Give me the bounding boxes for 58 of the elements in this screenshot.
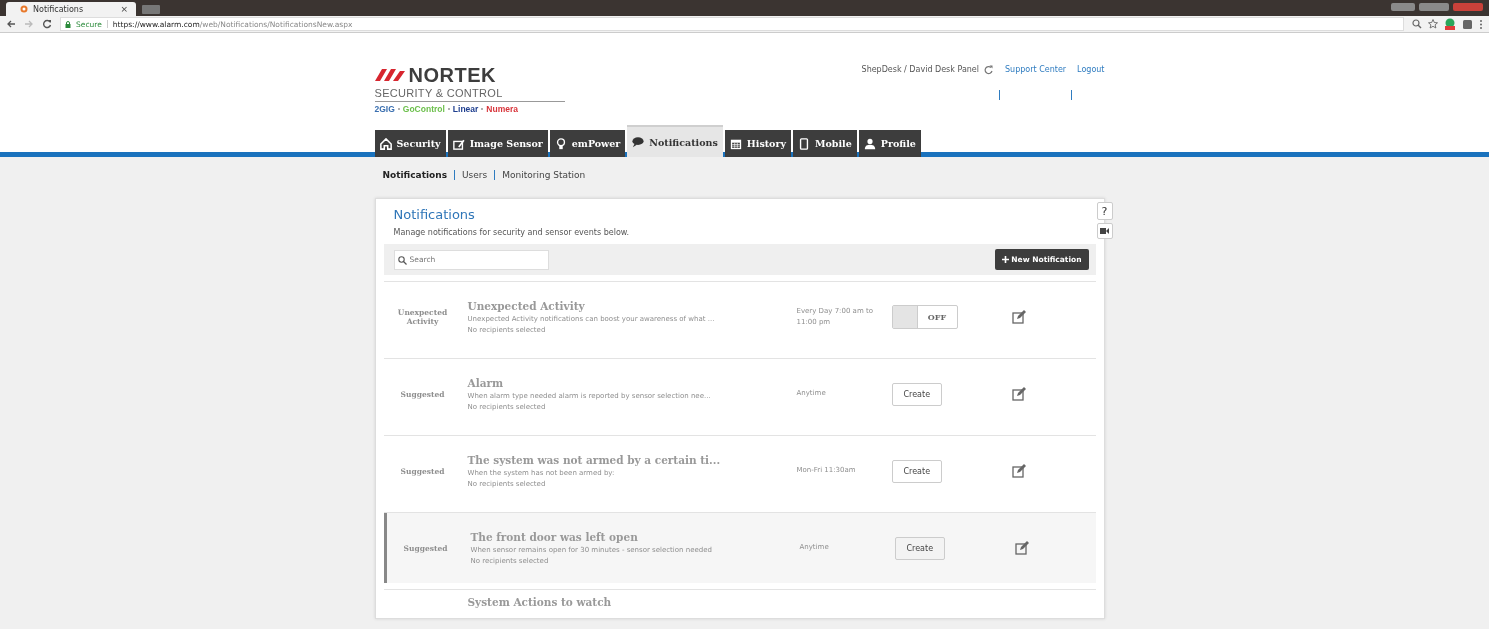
brand-name: Numera (486, 104, 518, 114)
notification-title: Unexpected Activity (467, 300, 586, 312)
lock-icon (65, 20, 71, 28)
notification-title: Alarm (467, 377, 505, 389)
subnav-link[interactable]: Notifications (382, 170, 448, 180)
brand-name: GoControl (402, 104, 445, 114)
create-button[interactable]: Create (891, 459, 943, 483)
nav-tab[interactable]: emPower (549, 130, 626, 157)
subnav-link[interactable]: Monitoring Station (502, 170, 586, 180)
menu-icon (1479, 18, 1483, 30)
picture-edit-icon (452, 137, 465, 150)
bulb-icon (554, 137, 567, 150)
reload-icon (42, 19, 52, 29)
back-icon (6, 19, 16, 29)
card-title: Notifications (393, 207, 476, 222)
header-link[interactable]: Logout (1077, 65, 1105, 74)
nav-tab[interactable]: History (724, 130, 791, 157)
user-icon (863, 137, 876, 150)
header-link[interactable]: Support Center (1005, 65, 1067, 74)
page-favicon-icon (20, 5, 28, 13)
create-button[interactable]: Create (894, 536, 946, 560)
card-description: Manage notifications for security and sensor events below. (393, 228, 631, 237)
speech-bubble-icon (632, 136, 645, 148)
account-name: ShepDesk / David Desk Panel (861, 65, 979, 74)
edit-icon[interactable] (1011, 387, 1026, 401)
nav-tab[interactable]: Image Sensor (447, 130, 548, 157)
plus-icon (1002, 256, 1010, 263)
home-icon (379, 137, 392, 150)
notification-title: The system was not armed by a certain ti... (467, 454, 722, 466)
company-logo-icon (374, 69, 405, 81)
extension-icon (1444, 18, 1456, 30)
browser-tab[interactable]: Notifications × (6, 2, 136, 16)
close-tab-button[interactable]: × (120, 4, 128, 14)
extension-icon (1462, 18, 1473, 30)
nav-tab[interactable]: Profile (858, 130, 921, 157)
forward-icon (24, 19, 34, 29)
notification-title: System Actions to watch (467, 596, 613, 608)
nav-tab[interactable]: Mobile (793, 130, 857, 157)
company-tagline: SECURITY & CONTROL (374, 87, 565, 102)
company-name: NORTEK (408, 65, 496, 85)
phone-icon (798, 137, 810, 150)
nav-tab[interactable]: Notifications (627, 125, 723, 157)
brand-name: 2GIG (374, 104, 395, 114)
star-icon (1428, 19, 1438, 29)
refresh-icon (984, 65, 994, 75)
notification-title: The front door was left open (470, 531, 639, 543)
edit-icon[interactable] (1011, 464, 1026, 478)
calendar-icon (729, 137, 742, 150)
video-camera-icon (1100, 227, 1109, 235)
zoom-icon (1412, 19, 1422, 29)
subnav-link[interactable]: Users (462, 170, 488, 180)
search-icon (397, 255, 407, 265)
toggle-switch[interactable]: OFF (891, 305, 958, 329)
brand-name: Linear (452, 104, 479, 114)
edit-icon[interactable] (1011, 310, 1026, 324)
nav-tab[interactable]: Security (374, 130, 446, 157)
edit-icon[interactable] (1014, 541, 1029, 555)
create-button[interactable]: Create (891, 382, 943, 406)
